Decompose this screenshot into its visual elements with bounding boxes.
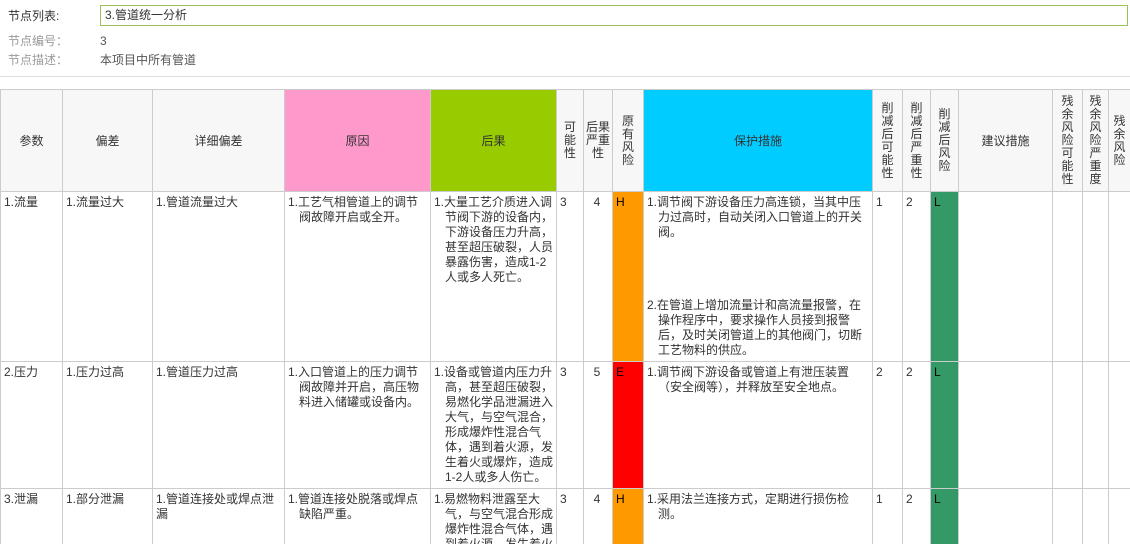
consequence-item: 1.易燃物料泄露至大气，与空气混合形成爆炸性混合气体，遇到着火源，发生着火或爆炸…: [434, 492, 554, 544]
cell-detailed-deviation: 1.管道流量过大: [152, 191, 285, 362]
header-reduced-severity: 削 减 后 严 重 性: [902, 89, 931, 192]
cell-residual-severity: [1082, 361, 1109, 489]
measure-item: 1.采用法兰连接方式，定期进行损伤检测。: [647, 492, 850, 521]
header-consequence: 后果: [430, 89, 557, 192]
cell-severity: 4: [583, 191, 613, 362]
cell-cause: 1.入口管道上的压力调节阀故障并开启，高压物料进入储罐或设备内。: [284, 361, 431, 489]
cell-deviation: 1.压力过高: [62, 361, 153, 489]
cell-residual-possibility: [1052, 191, 1083, 362]
cell-residual-possibility: [1052, 361, 1083, 489]
measure-item: 1.调节阀下游设备压力高连锁，当其中压力过高时，自动关闭入口管道上的开关阀。: [647, 195, 863, 239]
node-list-row: 节点列表: 3.管道统一分析: [8, 4, 1128, 26]
node-list-select[interactable]: 3.管道统一分析: [100, 4, 1128, 26]
measure-item: 1.调节阀下游设备或管道上有泄压装置（安全阀等），并释放至安全地点。: [647, 365, 850, 394]
node-description-row: 节点描述： 本项目中所有管道: [8, 52, 1128, 67]
cell-suggested-measures: [958, 361, 1053, 489]
cell-possibility: 3: [556, 488, 584, 544]
table-row: 2.压力 1.压力过高 1.管道压力过高 1.入口管道上的压力调节阀故障并开启，…: [0, 361, 1130, 489]
cell-possibility: 3: [556, 191, 584, 362]
cell-original-risk: H: [612, 488, 644, 544]
header-reduced-possibility: 削 减 后 可 能 性: [872, 89, 903, 192]
cell-consequence: 1.大量工艺介质进入调节阀下游的设备内，下游设备压力升高，甚至超压破裂，人员暴露…: [430, 191, 557, 362]
cell-residual-possibility: [1052, 488, 1083, 544]
cell-consequence: 1.设备或管道内压力升高，甚至超压破裂，易燃化学品泄漏进入大气，与空气混合，形成…: [430, 361, 557, 489]
node-description-label: 节点描述：: [8, 53, 69, 67]
hazop-table: 参数 偏差 详细偏差 原因 后果 可 能 性 后果 严重 性 原 有 风 险 保…: [0, 89, 1130, 544]
header-residual-possibility: 残 余 风 险 可 能 性: [1052, 89, 1083, 192]
cell-reduced-possibility: 2: [872, 361, 903, 489]
cell-deviation: 1.流量过大: [62, 191, 153, 362]
cell-severity: 4: [583, 488, 613, 544]
cell-suggested-measures: [958, 488, 1053, 544]
node-number-row: 节点编号： 3: [8, 33, 1128, 49]
node-info-panel: 节点列表: 3.管道统一分析 节点编号： 3 节点描述： 本项目中所有管道: [0, 0, 1130, 67]
node-number-value: 3: [100, 33, 107, 48]
cell-reduced-risk: L: [930, 361, 959, 489]
cell-residual-severity: [1082, 488, 1109, 544]
cell-detailed-deviation: 1.管道压力过高: [152, 361, 285, 489]
cell-cause: 1.管道连接处脱落或焊点缺陷严重。: [284, 488, 431, 544]
header-parameter: 参数: [0, 89, 63, 192]
header-residual-severity: 残 余 风 险 严 重 度: [1082, 89, 1109, 192]
table-row: 1.流量 1.流量过大 1.管道流量过大 1.工艺气相管道上的调节阀故障开启或全…: [0, 191, 1130, 362]
cell-residual-risk: [1108, 488, 1130, 544]
cell-reduced-possibility: 1: [872, 191, 903, 362]
cell-deviation: 1.部分泄漏: [62, 488, 153, 544]
header-detailed-deviation: 详细偏差: [152, 89, 285, 192]
cell-possibility: 3: [556, 361, 584, 489]
header-reduced-risk: 削 减 后 风 险: [930, 89, 959, 192]
table-row: 3.泄漏 1.部分泄漏 1.管道连接处或焊点泄漏 1.管道连接处脱落或焊点缺陷严…: [0, 488, 1130, 544]
header-severity: 后果 严重 性: [583, 89, 613, 192]
consequence-item: 1.设备或管道内压力升高，甚至超压破裂，易燃化学品泄漏进入大气，与空气混合，形成…: [434, 365, 554, 484]
header-cause: 原因: [284, 89, 431, 192]
cell-protective-measures: 1.采用法兰连接方式，定期进行损伤检测。: [643, 488, 873, 544]
cell-residual-risk: [1108, 361, 1130, 489]
cell-parameter: 1.流量: [0, 191, 63, 362]
cell-reduced-risk: L: [930, 191, 959, 362]
cell-protective-measures: 1.调节阀下游设备压力高连锁，当其中压力过高时，自动关闭入口管道上的开关阀。 2…: [643, 191, 873, 362]
header-protective-measures: 保护措施: [643, 89, 873, 192]
cell-original-risk: E: [612, 361, 644, 489]
cell-original-risk: H: [612, 191, 644, 362]
cause-item: 1.工艺气相管道上的调节阀故障开启或全开。: [288, 195, 419, 224]
header-suggested-measures: 建议措施: [958, 89, 1053, 192]
header-residual-risk: 残 余 风 险: [1108, 89, 1130, 192]
table-header-row: 参数 偏差 详细偏差 原因 后果 可 能 性 后果 严重 性 原 有 风 险 保…: [0, 89, 1130, 192]
header-original-risk: 原 有 风 险: [612, 89, 644, 192]
cell-severity: 5: [583, 361, 613, 489]
cell-detailed-deviation: 1.管道连接处或焊点泄漏: [152, 488, 285, 544]
header-deviation: 偏差: [62, 89, 153, 192]
cell-reduced-severity: 2: [902, 488, 931, 544]
node-list-label: 节点列表:: [8, 8, 60, 23]
node-number-label: 节点编号：: [8, 34, 69, 48]
cell-reduced-severity: 2: [902, 191, 931, 362]
measure-item: 2.在管道上增加流量计和高流量报警，在操作程序中，要求操作人员接到报警后，及时关…: [647, 298, 863, 357]
cause-item: 1.入口管道上的压力调节阀故障并开启，高压物料进入储罐或设备内。: [288, 365, 420, 409]
cell-residual-risk: [1108, 191, 1130, 362]
cell-cause: 1.工艺气相管道上的调节阀故障开启或全开。: [284, 191, 431, 362]
cause-item: 1.管道连接处脱落或焊点缺陷严重。: [288, 492, 419, 521]
cell-parameter: 2.压力: [0, 361, 63, 489]
cell-residual-severity: [1082, 191, 1109, 362]
cell-reduced-possibility: 1: [872, 488, 903, 544]
cell-protective-measures: 1.调节阀下游设备或管道上有泄压装置（安全阀等），并释放至安全地点。: [643, 361, 873, 489]
cell-reduced-risk: L: [930, 488, 959, 544]
divider: [0, 76, 1130, 77]
cell-parameter: 3.泄漏: [0, 488, 63, 544]
node-description-value: 本项目中所有管道: [100, 53, 197, 67]
consequence-item: 1.大量工艺介质进入调节阀下游的设备内，下游设备压力升高，甚至超压破裂，人员暴露…: [434, 195, 554, 284]
cell-reduced-severity: 2: [902, 361, 931, 489]
cell-suggested-measures: [958, 191, 1053, 362]
header-possibility: 可 能 性: [556, 89, 584, 192]
cell-consequence: 1.易燃物料泄露至大气，与空气混合形成爆炸性混合气体，遇到着火源，发生着火或爆炸…: [430, 488, 557, 544]
